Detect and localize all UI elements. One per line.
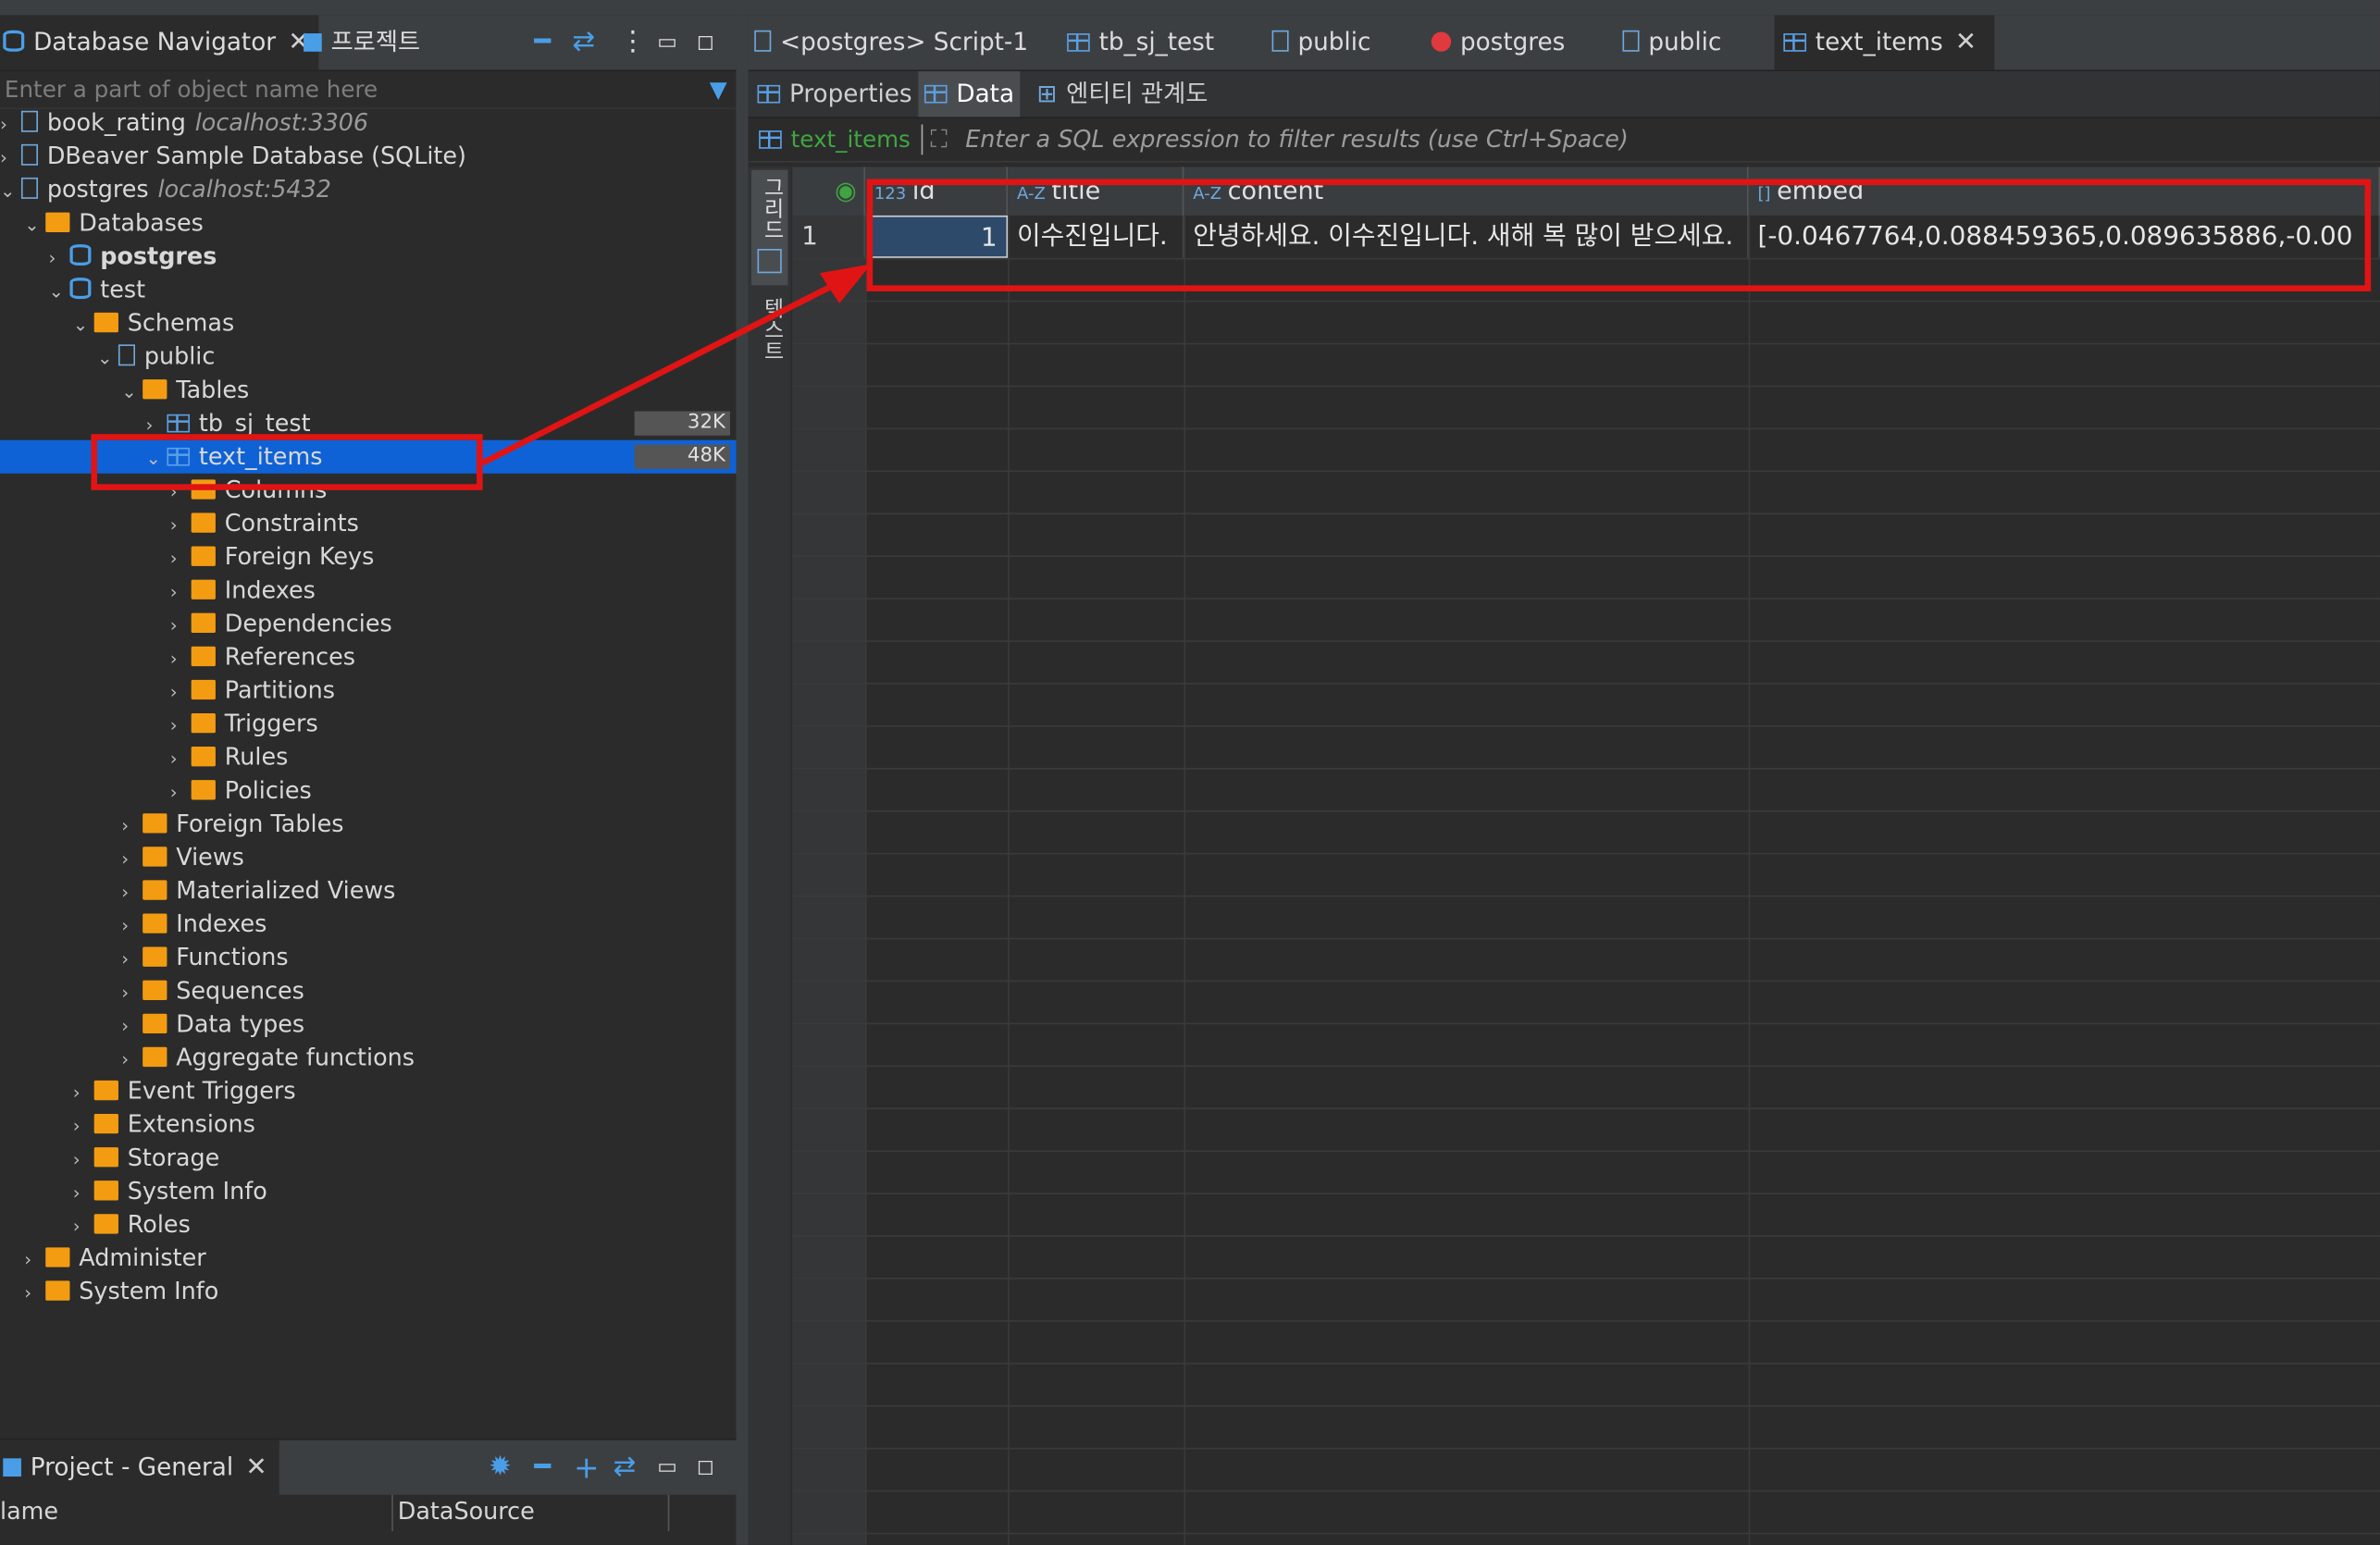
highlight-arrow — [481, 264, 872, 466]
app-window: Database Navigator ✕ 프로젝트 ━ ⇄ ⋮ ▭ ◻ Enter… — [0, 0, 2380, 1545]
